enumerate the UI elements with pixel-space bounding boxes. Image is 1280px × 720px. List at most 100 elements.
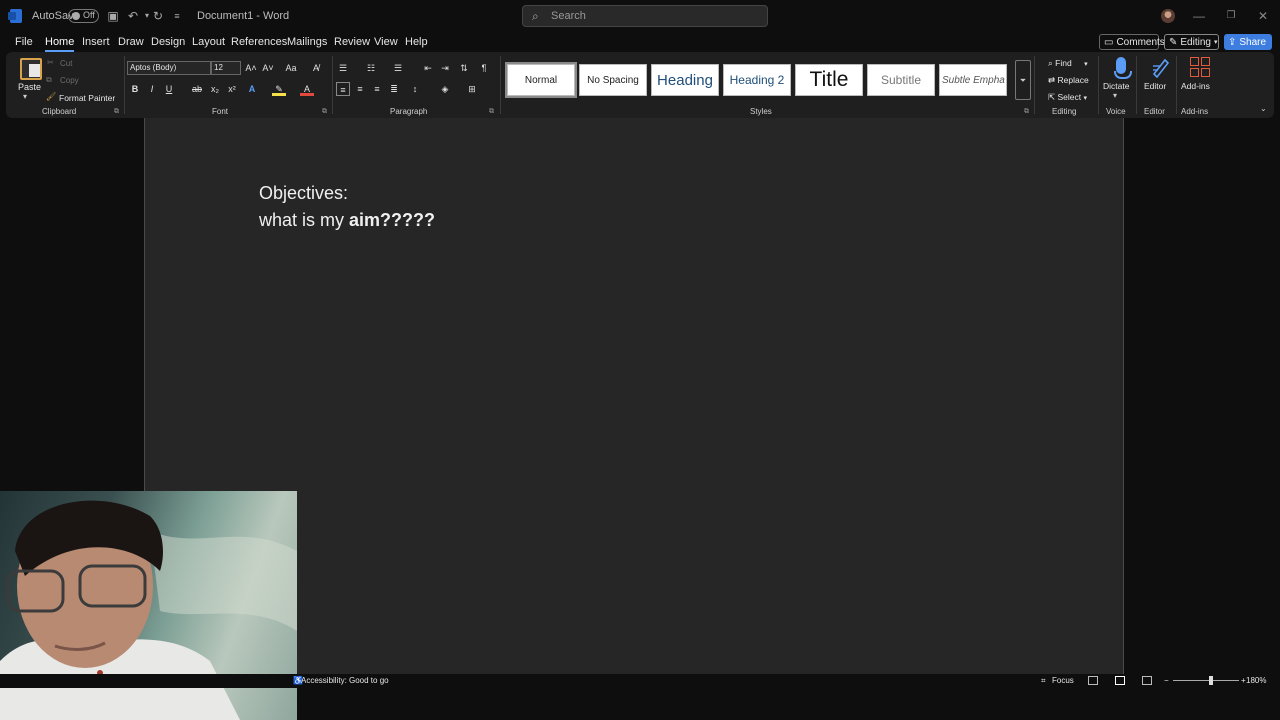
tab-home[interactable]: Home	[45, 36, 75, 52]
find-icon: ⌕	[1048, 58, 1053, 68]
style-subtle-emphasis[interactable]: Subtle Empha	[939, 64, 1007, 96]
dictate-button[interactable]: Dictate	[1103, 81, 1129, 91]
zoom-level[interactable]: 180%	[1246, 676, 1266, 685]
align-right-icon[interactable]: ≡	[370, 82, 384, 96]
add-ins-button[interactable]: Add-ins	[1181, 81, 1210, 91]
bold-icon[interactable]: B	[128, 82, 142, 96]
read-mode-icon[interactable]	[1088, 676, 1098, 685]
collapse-ribbon-icon[interactable]: ⌄	[1260, 104, 1267, 113]
zoom-out-icon[interactable]: −	[1164, 676, 1169, 685]
customize-qat-icon[interactable]: ≡	[170, 9, 184, 23]
align-left-icon[interactable]: ≡	[336, 82, 350, 96]
clear-formatting-icon[interactable]: A̸	[309, 61, 323, 75]
avatar[interactable]	[1161, 9, 1175, 23]
zoom-in-icon[interactable]: +	[1241, 676, 1246, 685]
style-heading[interactable]: Heading	[651, 64, 719, 96]
doc-line-question[interactable]: what is my aim?????	[259, 210, 435, 231]
minimize-icon[interactable]: —	[1191, 8, 1207, 24]
copy-button[interactable]: Copy	[60, 76, 79, 85]
dictate-chevron-icon[interactable]: ▾	[1113, 91, 1117, 100]
editor-button[interactable]: Editor	[1144, 81, 1166, 91]
style-normal[interactable]: Normal	[505, 62, 577, 98]
tab-insert[interactable]: Insert	[82, 36, 110, 48]
show-formatting-icon[interactable]: ¶	[477, 61, 491, 75]
tab-draw[interactable]: Draw	[118, 36, 144, 48]
style-no-spacing[interactable]: No Spacing	[579, 64, 647, 96]
editing-mode-button[interactable]: ✎ Editing ▾	[1164, 34, 1219, 50]
decrease-indent-icon[interactable]: ⇤	[421, 61, 435, 75]
tab-references[interactable]: References	[231, 36, 287, 48]
separator	[124, 56, 125, 114]
change-case-icon[interactable]: Aa	[282, 61, 300, 75]
style-title-label: Title	[809, 68, 849, 91]
accessibility-status[interactable]: Accessibility: Good to go	[301, 676, 389, 685]
microphone-icon[interactable]	[1114, 57, 1132, 79]
search-box[interactable]: ⌕ Search	[522, 5, 768, 27]
style-subtitle[interactable]: Subtitle	[867, 64, 935, 96]
style-title[interactable]: Title	[795, 64, 863, 96]
text-effects-icon[interactable]: A	[245, 82, 259, 96]
comments-button[interactable]: ▭ Comments	[1099, 34, 1165, 50]
select-label: Select	[1057, 92, 1082, 102]
tab-file[interactable]: File	[15, 36, 33, 48]
style-heading-2[interactable]: Heading 2	[723, 64, 791, 96]
superscript-icon[interactable]: x²	[225, 82, 239, 96]
align-center-icon[interactable]: ≡	[353, 82, 367, 96]
menu-bar: File Home Insert Draw Design Layout Refe…	[0, 32, 1280, 52]
zoom-slider-track[interactable]	[1173, 680, 1239, 681]
focus-button[interactable]: Focus	[1052, 676, 1074, 685]
zoom-slider-thumb[interactable]	[1209, 676, 1213, 685]
highlight-icon[interactable]: ✎	[272, 82, 286, 96]
justify-icon[interactable]: ≣	[387, 82, 401, 96]
save-icon[interactable]: ▣	[106, 9, 120, 23]
find-button[interactable]: ⌕ Find ▾	[1048, 58, 1088, 69]
select-button[interactable]: ⇱ Select ▾	[1048, 92, 1087, 103]
font-size-box[interactable]: 12	[211, 61, 241, 75]
tab-review[interactable]: Review	[334, 36, 370, 48]
title-bar: AutoSave Off ▣ ↶ ▾ ↻ ≡ Document1 - Word …	[0, 0, 1280, 32]
restore-icon[interactable]: ❐	[1223, 8, 1239, 24]
increase-indent-icon[interactable]: ⇥	[438, 61, 452, 75]
close-icon[interactable]: ✕	[1255, 8, 1271, 24]
add-ins-icon[interactable]	[1190, 57, 1210, 77]
grow-font-icon[interactable]: A˄	[244, 61, 258, 75]
styles-launcher-icon[interactable]: ⧉	[1024, 108, 1029, 116]
line-spacing-icon[interactable]: ↕	[408, 82, 422, 96]
shading-icon[interactable]: ◈	[438, 82, 452, 96]
tab-help[interactable]: Help	[405, 36, 428, 48]
paste-chevron-icon[interactable]: ▾	[23, 92, 27, 101]
redo-icon[interactable]: ↻	[151, 9, 165, 23]
tab-design[interactable]: Design	[151, 36, 185, 48]
numbering-icon[interactable]: ☷	[364, 61, 378, 75]
font-name-box[interactable]: Aptos (Body)	[127, 61, 211, 75]
font-color-icon[interactable]: A	[300, 82, 314, 96]
font-launcher-icon[interactable]: ⧉	[322, 108, 327, 116]
subscript-icon[interactable]: x₂	[208, 82, 222, 96]
editor-icon[interactable]	[1151, 56, 1171, 78]
sort-icon[interactable]: ⇅	[457, 61, 471, 75]
shrink-font-icon[interactable]: A˅	[261, 61, 275, 75]
tab-mailings[interactable]: Mailings	[287, 36, 327, 48]
paste-button[interactable]: Paste	[18, 82, 41, 92]
cut-button[interactable]: Cut	[60, 59, 72, 68]
format-painter-button[interactable]: Format Painter	[59, 93, 115, 103]
italic-icon[interactable]: I	[145, 82, 159, 96]
autosave-toggle[interactable]: Off	[68, 9, 99, 23]
clipboard-launcher-icon[interactable]: ⧉	[114, 108, 119, 116]
doc-line-objectives[interactable]: Objectives:	[259, 183, 348, 204]
styles-gallery-more-icon[interactable]: ⏷	[1015, 60, 1031, 100]
print-layout-icon[interactable]	[1115, 676, 1125, 685]
tab-layout[interactable]: Layout	[192, 36, 225, 48]
strikethrough-icon[interactable]: ab	[190, 82, 204, 96]
paragraph-launcher-icon[interactable]: ⧉	[489, 108, 494, 116]
underline-icon[interactable]: U	[162, 82, 176, 96]
web-layout-icon[interactable]	[1142, 676, 1152, 685]
undo-icon[interactable]: ↶	[126, 9, 140, 23]
borders-icon[interactable]: ⊞	[465, 82, 479, 96]
bullets-icon[interactable]: ☰	[336, 61, 350, 75]
share-button[interactable]: ⇪ Share	[1224, 34, 1272, 50]
replace-button[interactable]: ⇄ Replace	[1048, 75, 1089, 86]
paste-icon[interactable]	[20, 58, 42, 80]
multilevel-list-icon[interactable]: ☰	[391, 61, 405, 75]
tab-view[interactable]: View	[374, 36, 398, 48]
